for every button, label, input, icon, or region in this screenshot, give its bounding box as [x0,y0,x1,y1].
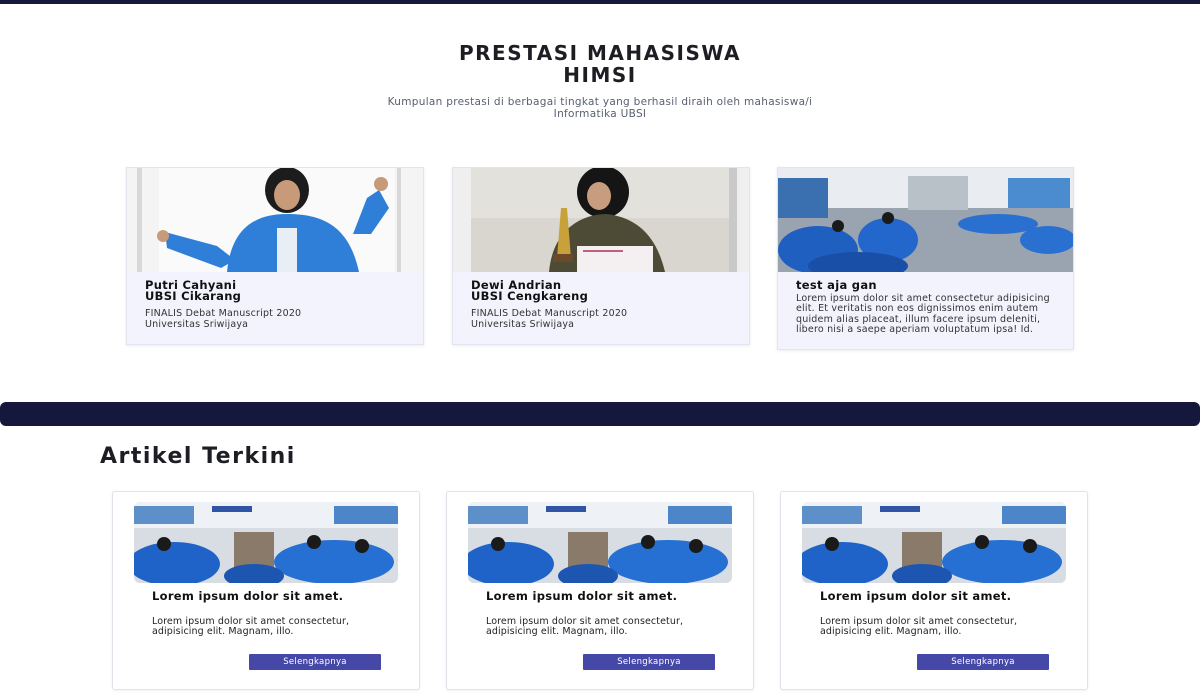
achievement-name: Putri Cahyani UBSI Cikarang [145,278,242,303]
achievement-name: Dewi Andrian UBSI Cengkareng [471,278,589,303]
article-excerpt: Lorem ipsum dolor sit amet consectetur, … [820,616,1018,637]
achievement-photo [778,168,1073,272]
article-excerpt: Lorem ipsum dolor sit amet consectetur, … [152,616,350,637]
achievement-description: FINALIS Debat Manuscript 2020 Universita… [145,308,302,330]
achievement-card[interactable]: Putri Cahyani UBSI Cikarang FINALIS Deba… [126,167,424,345]
read-more-button[interactable]: Selengkapnya [249,654,381,670]
article-card: Lorem ipsum dolor sit amet. Lorem ipsum … [112,491,420,690]
achievement-name: test aja gan [796,278,877,292]
article-card: Lorem ipsum dolor sit amet. Lorem ipsum … [446,491,754,690]
page-subtitle: Kumpulan prestasi di berbagai tingkat ya… [387,96,813,120]
article-photo [802,502,1066,583]
achievement-photo [127,168,423,272]
article-excerpt: Lorem ipsum dolor sit amet consectetur, … [486,616,684,637]
read-more-button[interactable]: Selengkapnya [917,654,1049,670]
page-title-line1: PRESTASI MAHASISWA [459,41,741,65]
section-title: Artikel Terkini [100,444,296,469]
page-title-line2: HIMSI [563,63,637,87]
article-title: Lorem ipsum dolor sit amet. [152,589,344,603]
achievement-card[interactable]: Dewi Andrian UBSI Cengkareng FINALIS Deb… [452,167,750,345]
top-bar [0,0,1200,4]
article-title: Lorem ipsum dolor sit amet. [486,589,678,603]
page-title: PRESTASI MAHASISWA HIMSI [0,42,1200,86]
achievement-card[interactable]: test aja gan Lorem ipsum dolor sit amet … [777,167,1074,351]
read-more-button[interactable]: Selengkapnya [583,654,715,670]
article-title: Lorem ipsum dolor sit amet. [820,589,1012,603]
article-card: Lorem ipsum dolor sit amet. Lorem ipsum … [780,491,1088,690]
achievement-photo [453,168,749,272]
article-photo [468,502,732,583]
achievement-description: FINALIS Debat Manuscript 2020 Universita… [471,308,628,330]
achievement-description: Lorem ipsum dolor sit amet consectetur a… [796,293,1050,335]
section-divider-band [0,402,1200,426]
article-photo [134,502,398,583]
